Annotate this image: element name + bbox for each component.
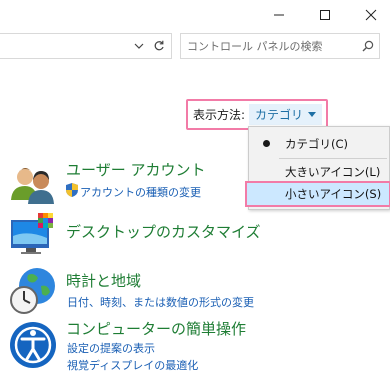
ease-of-access-icon bbox=[10, 322, 56, 368]
category-title-ease-of-access[interactable]: コンピューターの簡単操作 bbox=[66, 318, 246, 339]
search-input[interactable]: コントロール パネルの検索 bbox=[180, 33, 380, 59]
menu-item-label: 大きいアイコン(L) bbox=[285, 165, 381, 179]
view-by-label: 表示方法: bbox=[193, 108, 246, 122]
users-icon bbox=[11, 168, 54, 204]
link-change-date-time-format[interactable]: 日付、時刻、または数値の形式の変更 bbox=[67, 294, 254, 310]
close-icon bbox=[365, 9, 377, 21]
clock-globe-icon bbox=[10, 268, 55, 314]
refresh-icon bbox=[154, 40, 164, 51]
menu-item-category[interactable]: カテゴリ(C) bbox=[249, 131, 389, 157]
caret-down-icon bbox=[308, 112, 317, 117]
maximize-icon bbox=[320, 10, 330, 20]
search-placeholder: コントロール パネルの検索 bbox=[187, 40, 323, 53]
close-button[interactable] bbox=[348, 0, 390, 30]
category-title-user-accounts[interactable]: ユーザー アカウント bbox=[66, 159, 205, 180]
minimize-icon bbox=[274, 14, 284, 16]
address-history-button[interactable] bbox=[130, 36, 148, 56]
link-suggest-settings[interactable]: 設定の提案の表示 bbox=[67, 340, 155, 356]
refresh-button[interactable] bbox=[150, 36, 168, 56]
chevron-down-icon bbox=[134, 43, 144, 49]
maximize-button[interactable] bbox=[302, 0, 348, 30]
menu-item-label: カテゴリ(C) bbox=[285, 137, 349, 151]
menu-item-small-icons[interactable]: 小さいアイコン(S) bbox=[245, 181, 390, 207]
link-change-account-type[interactable]: アカウントの種類の変更 bbox=[80, 184, 201, 200]
view-by-dropdown[interactable]: カテゴリ bbox=[249, 104, 323, 125]
category-title-clock-region[interactable]: 時計と地域 bbox=[66, 270, 141, 291]
search-icon[interactable] bbox=[357, 40, 379, 52]
selected-bullet-icon bbox=[263, 140, 270, 147]
minimize-button[interactable] bbox=[256, 0, 302, 30]
menu-item-label: 小さいアイコン(S) bbox=[285, 187, 382, 201]
category-title-desktop[interactable]: デスクトップのカスタマイズ bbox=[66, 221, 261, 242]
desktop-monitor-icon bbox=[11, 213, 53, 254]
view-by-selected: カテゴリ bbox=[255, 108, 304, 122]
uac-shield-icon bbox=[66, 183, 78, 197]
link-optimize-display[interactable]: 視覚ディスプレイの最適化 bbox=[67, 357, 198, 373]
view-by-menu: カテゴリ(C) 大きいアイコン(L) 小さいアイコン(S) bbox=[245, 126, 390, 210]
